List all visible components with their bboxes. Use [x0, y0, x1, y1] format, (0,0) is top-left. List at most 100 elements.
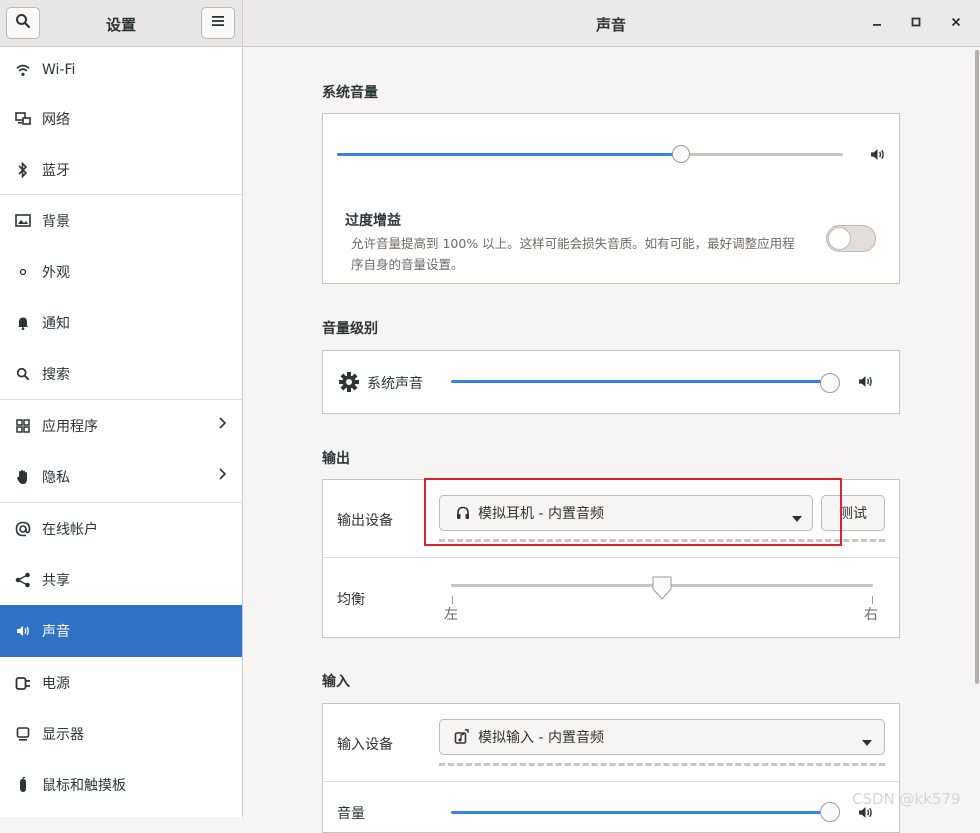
- description-line: 序自身的音量设置。: [351, 257, 464, 272]
- system-sounds-label: 系统声音: [367, 376, 423, 392]
- sidebar-item-notifications[interactable]: 通知: [0, 297, 242, 348]
- mouse-icon: [13, 776, 33, 793]
- row-separator: [323, 781, 899, 782]
- minimize-button[interactable]: [867, 13, 887, 33]
- sidebar-item-search[interactable]: 搜索: [0, 348, 242, 399]
- appearance-icon: [13, 268, 33, 276]
- row-separator: [323, 557, 899, 558]
- sidebar-item-label: 搜索: [42, 366, 70, 383]
- search-icon: [13, 367, 33, 381]
- sidebar-item-wifi[interactable]: Wi-Fi: [0, 47, 242, 93]
- sidebar-item-mouse-touchpad[interactable]: 鼠标和触摸板: [0, 759, 242, 810]
- sidebar-item-bluetooth[interactable]: 蓝牙: [0, 144, 242, 195]
- speaker-icon[interactable]: [858, 375, 873, 392]
- over-amplification-description: 允许音量提高到 100% 以上。这样可能会损失音质。如有可能，最好调整应用程 序…: [351, 233, 795, 275]
- chevron-right-icon: [218, 468, 227, 484]
- sidebar-item-label: 应用程序: [42, 418, 98, 435]
- balance-label: 均衡: [337, 592, 365, 608]
- audio-input-icon: [454, 729, 470, 745]
- minimize-icon: [872, 15, 882, 31]
- watermark: CSDN @kk579: [852, 790, 961, 808]
- sidebar-item-label: 电源: [42, 675, 70, 692]
- at-icon: [13, 521, 33, 537]
- balance-tick-left: [452, 596, 453, 604]
- input-volume-label: 音量: [337, 806, 365, 822]
- chevron-right-icon: [218, 417, 227, 433]
- sidebar-item-displays[interactable]: 显示器: [0, 708, 242, 759]
- input-device-value: 模拟输入 - 内置音频: [478, 730, 604, 746]
- balance-right-label: 右: [864, 607, 878, 623]
- sidebar-item-label: 声音: [42, 624, 70, 640]
- sidebar-item-appearance[interactable]: 外观: [0, 246, 242, 297]
- hamburger-menu-icon: [211, 15, 225, 31]
- sidebar-item-label: 外观: [42, 264, 70, 281]
- description-line: 允许音量提高到 100% 以上。这样可能会损失音质。如有可能，最好调整应用程: [351, 236, 795, 251]
- hand-icon: [13, 469, 33, 485]
- close-button[interactable]: [946, 13, 966, 33]
- sidebar-item-applications[interactable]: 应用程序: [0, 400, 242, 451]
- output-device-label: 输出设备: [337, 513, 393, 529]
- search-button[interactable]: [6, 7, 40, 39]
- sidebar-item-label: 蓝牙: [42, 162, 70, 179]
- sidebar-item-label: 鼠标和触摸板: [42, 777, 126, 794]
- system-sounds-slider-knob[interactable]: [820, 373, 840, 393]
- over-amplification-title: 过度增益: [345, 213, 401, 229]
- system-volume-fill: [337, 153, 682, 156]
- power-plug-icon: [13, 675, 33, 691]
- sidebar-item-privacy[interactable]: 隐私: [0, 451, 242, 502]
- monitor-icon: [13, 726, 33, 741]
- sidebar-divider: [242, 0, 243, 817]
- search-icon: [15, 13, 31, 33]
- sidebar-item-label: 背景: [42, 213, 70, 230]
- balance-left-label: 左: [444, 607, 458, 623]
- wifi-icon: [13, 63, 33, 77]
- gear-icon: [338, 371, 360, 397]
- speaker-icon[interactable]: [858, 806, 873, 823]
- sidebar: Wi-Fi 网络 蓝牙 背景 外观 通知 搜索 应用程序 隐私 在线帐户 共享 …: [0, 47, 242, 817]
- content-scrollbar[interactable]: [975, 50, 979, 684]
- page-title: 声音: [596, 16, 627, 34]
- system-volume-slider-knob[interactable]: [672, 145, 691, 163]
- input-level-meter: [439, 763, 885, 766]
- sidebar-item-network[interactable]: 网络: [0, 93, 242, 144]
- chevron-down-icon: [862, 734, 872, 750]
- sidebar-item-label: 共享: [42, 572, 70, 589]
- balance-tick-right: [872, 596, 873, 604]
- speaker-icon[interactable]: [870, 148, 885, 165]
- speaker-icon: [13, 625, 33, 637]
- share-icon: [13, 572, 33, 588]
- highlight-box: [424, 478, 842, 546]
- menu-button[interactable]: [201, 7, 235, 39]
- sidebar-item-power[interactable]: 电源: [0, 657, 242, 708]
- output-title: 输出: [322, 451, 350, 467]
- input-volume-slider-knob[interactable]: [820, 802, 840, 822]
- input-title: 输入: [322, 674, 350, 690]
- system-volume-title: 系统音量: [322, 85, 378, 101]
- sidebar-item-label: 通知: [42, 315, 70, 332]
- sidebar-item-online-accounts[interactable]: 在线帐户: [0, 503, 242, 554]
- input-device-dropdown[interactable]: 模拟输入 - 内置音频: [439, 719, 885, 755]
- balance-slider-knob[interactable]: [651, 575, 673, 605]
- bell-icon: [13, 316, 33, 330]
- input-volume-track[interactable]: [451, 811, 829, 814]
- maximize-button[interactable]: [906, 13, 926, 33]
- network-icon: [13, 111, 33, 126]
- bluetooth-icon: [13, 161, 33, 178]
- sidebar-title: 设置: [106, 16, 137, 34]
- maximize-icon: [911, 15, 921, 31]
- system-sounds-fill: [451, 380, 827, 383]
- close-icon: [951, 15, 961, 31]
- apps-grid-icon: [13, 418, 33, 433]
- input-device-label: 输入设备: [337, 737, 393, 753]
- over-amplification-toggle[interactable]: [826, 225, 876, 252]
- sidebar-item-label: Wi-Fi: [42, 62, 76, 78]
- sidebar-item-background[interactable]: 背景: [0, 195, 242, 246]
- sidebar-item-label: 网络: [42, 111, 70, 128]
- sidebar-item-sound[interactable]: 声音: [0, 605, 242, 657]
- sidebar-item-label: 隐私: [42, 469, 70, 486]
- sidebar-item-sharing[interactable]: 共享: [0, 554, 242, 605]
- toggle-knob: [828, 227, 851, 250]
- volume-levels-title: 音量级别: [322, 321, 378, 337]
- sidebar-item-label: 显示器: [42, 726, 84, 743]
- background-icon: [13, 213, 33, 228]
